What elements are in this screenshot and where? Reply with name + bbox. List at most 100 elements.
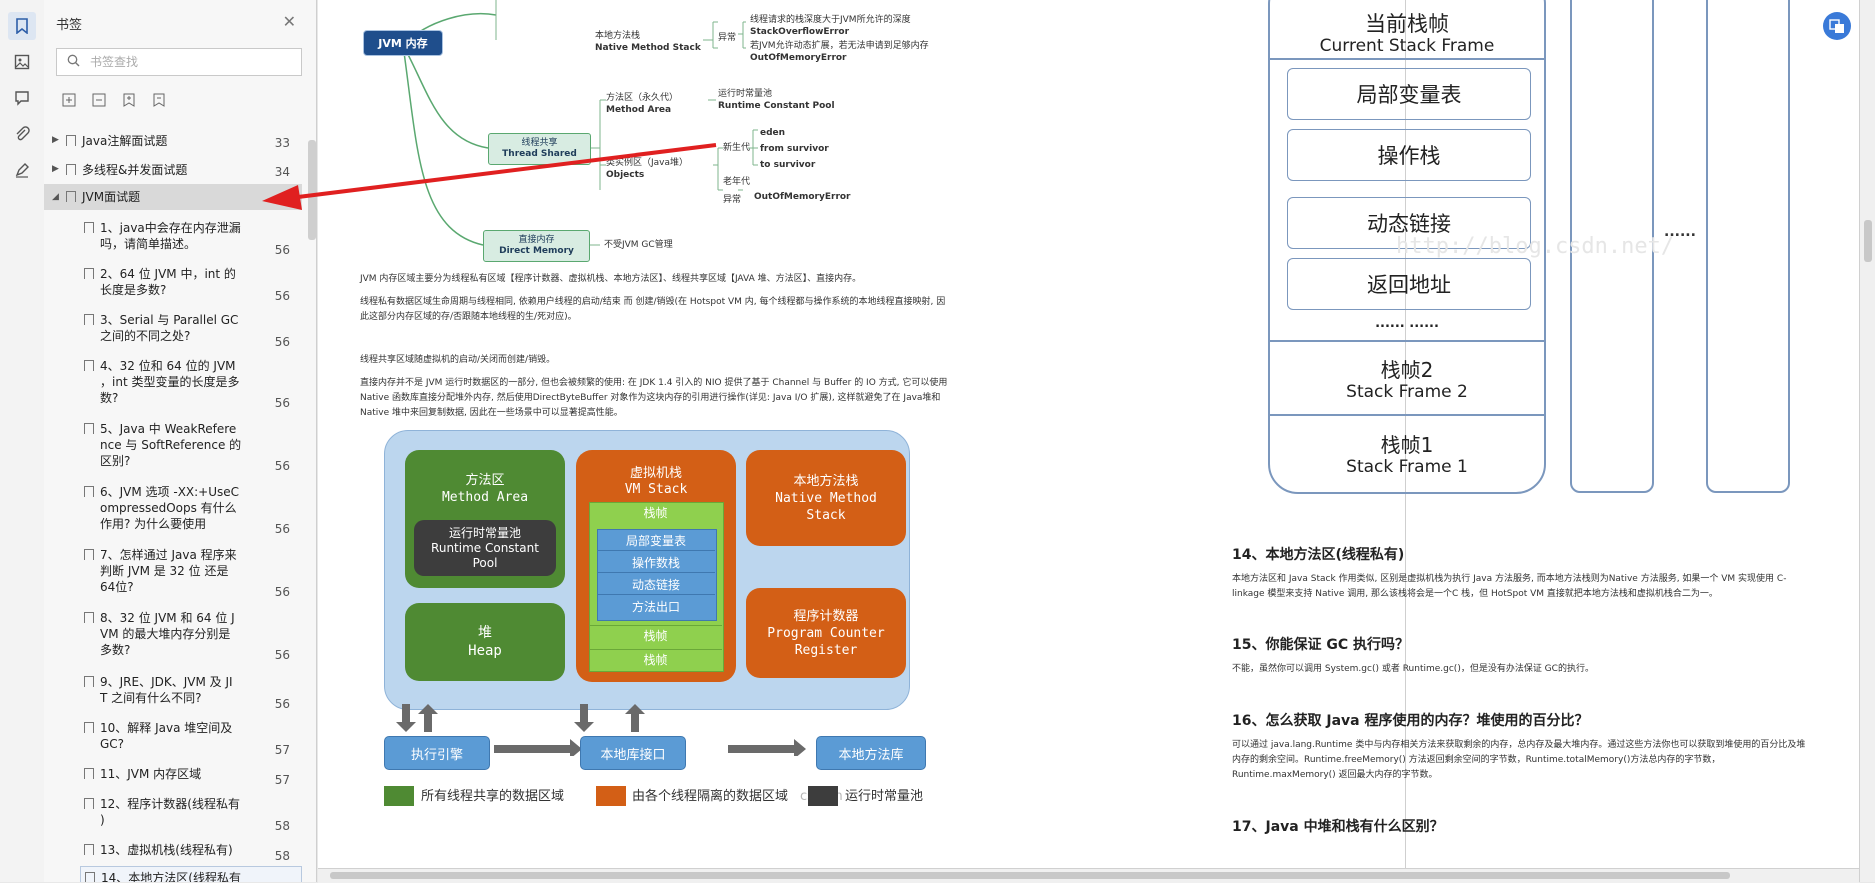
heading: 15、你能保证 GC 执行吗？	[1232, 637, 1409, 653]
legend-swatch-pool	[808, 786, 838, 806]
paragraph: 线程私有数据区域生命周期与线程相同, 依赖用户线程的启动/结束 而 创建/销毁(…	[360, 297, 946, 322]
ellipsis: ...... ......	[1375, 316, 1439, 331]
stack-frame-item: 局部变量表	[1287, 68, 1531, 120]
legend-label: 运行时常量池	[845, 789, 924, 804]
panel-title: 书签	[56, 18, 83, 33]
mindmap-label: 新生代	[723, 143, 751, 153]
legend-swatch-isolated	[596, 786, 626, 806]
frame-item: 动态链接	[597, 574, 715, 595]
heading: 17、Java 中堆和栈有什么区别？	[1232, 819, 1444, 835]
exec-engine-box: 执行引擎	[384, 736, 490, 770]
paragraph: 本地方法区和 Java Stack 作用类似, 区别是虚拟机栈为执行 Java …	[1232, 574, 1787, 599]
bookmark-item[interactable]: 6、JVM 选项 -XX:+UseC ompressedOops 有什么 作用?…	[44, 482, 302, 538]
expand-caret-icon[interactable]: ▶	[52, 164, 59, 174]
add-bookmark-icon[interactable]	[120, 92, 138, 108]
mindmap-method-area: 方法区（永久代） Method Area	[606, 93, 679, 115]
bookmark-icon	[84, 676, 94, 687]
bookmark-icon	[84, 768, 94, 779]
bookmark-item-current[interactable]: 14、本地方法区(线程私有	[80, 866, 302, 882]
runtime-pool-box: 运行时常量池 Runtime Constant Pool	[414, 520, 556, 576]
bookmark-search[interactable]	[56, 48, 302, 76]
mindmap-native-err2: 若JVM允许动态扩展，若无法申请到足够内存 OutOfMemoryError	[750, 41, 929, 63]
bookmark-item-selected[interactable]: ◢ JVM面试题 56	[44, 184, 302, 210]
translate-icon[interactable]	[1823, 12, 1851, 40]
bookmark-item[interactable]: 8、32 位 JVM 和 64 位 J VM 的最大堆内存分别是 多数? 56	[44, 608, 302, 664]
mindmap-root: JVM 内存	[363, 30, 443, 56]
expand-all-icon[interactable]	[60, 92, 78, 108]
mindmap-label: 不受JVM GC管理	[604, 240, 673, 250]
mindmap-young-items: eden from survivor to survivor	[760, 128, 829, 170]
mindmap-heap: 类实例区（Java堆） Objects	[606, 158, 689, 180]
frame-label: 栈帧	[643, 505, 668, 520]
frame-label: 栈帧	[589, 649, 722, 669]
signature-icon[interactable]	[8, 156, 36, 184]
bookmark-item[interactable]: 2、64 位 JVM 中，int 的 长度是多数? 56	[44, 264, 302, 304]
collapse-all-icon[interactable]	[90, 92, 108, 108]
bookmark-icon	[84, 360, 94, 371]
frame1-title: 栈帧1	[1380, 433, 1434, 457]
bookmark-icon	[66, 191, 76, 202]
bookmark-icon	[84, 549, 94, 560]
bookmark-panel-icon[interactable]	[8, 12, 36, 40]
tool-rail	[0, 0, 45, 882]
native-interface-box: 本地库接口	[580, 736, 686, 770]
bookmark-icon	[66, 135, 76, 146]
heap-box: 堆 Heap	[405, 603, 565, 681]
stack-column	[1706, 0, 1790, 493]
horizontal-scrollbar[interactable]	[318, 868, 1859, 883]
mindmap-direct: 直接内存 Direct Memory	[483, 230, 590, 262]
bookmark-icon	[85, 872, 95, 882]
bookmark-item[interactable]: 7、怎样通过 Java 程序来 判断 JVM 是 32 位 还是 64位? 56	[44, 545, 302, 601]
stack-frame-item: 返回地址	[1287, 258, 1531, 310]
bookmark-item[interactable]: 4、32 位和 64 位的 JVM ，int 类型变量的长度是多 数? 56	[44, 356, 302, 412]
bookmark-search-input[interactable]	[88, 54, 292, 70]
mindmap-runtime-pool: 运行时常量池 Runtime Constant Pool	[718, 89, 835, 111]
horizontal-scroll-thumb[interactable]	[330, 872, 1730, 879]
vertical-scrollbar[interactable]	[1859, 0, 1875, 882]
current-frame-subtitle: Current Stack Frame	[1319, 36, 1495, 56]
bookmark-item[interactable]: 12、程序计数器(线程私有 ) 58	[44, 794, 302, 834]
paragraph: JVM 内存区域主要分为线程私有区域【程序计数器、虚拟机栈、本地方法区】、线程共…	[360, 274, 862, 284]
frame-item: 局部变量表	[597, 531, 715, 551]
mindmap-native-stack: 本地方法栈 Native Method Stack	[595, 31, 701, 53]
frame2-subtitle: Stack Frame 2	[1346, 382, 1468, 402]
bookmark-icon	[66, 164, 76, 175]
heading: 14、本地方法区(线程私有)	[1232, 547, 1405, 563]
vertical-scroll-thumb[interactable]	[1864, 220, 1872, 262]
comment-icon[interactable]	[8, 84, 36, 112]
bookmark-item[interactable]: ▶ Java注解面试题 33	[44, 132, 302, 150]
legend-label: 由各个线程隔离的数据区域	[632, 789, 789, 804]
thumbnail-icon[interactable]	[8, 48, 36, 76]
bookmark-icon	[84, 722, 94, 733]
expand-caret-icon[interactable]: ▶	[52, 135, 59, 145]
native-stack-box: 本地方法栈 Native Method Stack	[746, 450, 906, 546]
bookmark-item[interactable]: 9、JRE、JDK、JVM 及 JI T 之间有什么不同? 56	[44, 672, 302, 712]
panel-scrollbar[interactable]	[308, 140, 316, 240]
bookmark-icon	[84, 222, 94, 233]
divider	[1270, 58, 1544, 60]
bookmark-item[interactable]: ▶ 多线程&并发面试题 34	[44, 161, 302, 179]
bookmark-item[interactable]: 11、JVM 内存区域 57	[44, 764, 302, 788]
heading: 16、怎么获取 Java 程序使用的内存？堆使用的百分比？	[1232, 713, 1589, 729]
legend-swatch-shared	[384, 786, 414, 806]
bookmark-item[interactable]: 3、Serial 与 Parallel GC 之间的不同之处? 56	[44, 310, 302, 350]
attachment-icon[interactable]	[8, 120, 36, 148]
divider	[1270, 340, 1544, 342]
bookmark-item[interactable]: 5、Java 中 WeakRefere nce 与 SoftReference …	[44, 419, 302, 475]
paragraph: 线程共享区域随虚拟机的启动/关闭而创建/销毁。	[360, 355, 556, 365]
bookmark-item[interactable]: 10、解释 Java 堆空间及 GC? 57	[44, 718, 302, 758]
legend-label: 所有线程共享的数据区域	[421, 789, 565, 804]
mindmap-label: 异常	[723, 195, 742, 205]
mindmap-shared: 线程共享 Thread Shared	[488, 133, 591, 165]
bookmark-item[interactable]: 13、虚拟机栈(线程私有) 58	[44, 840, 302, 864]
close-icon[interactable]: ✕	[283, 12, 296, 31]
bookmark-item[interactable]: 1、java中会存在内存泄漏 吗，请简单描述。 56	[44, 218, 302, 258]
collapse-caret-icon[interactable]: ◢	[52, 192, 59, 202]
current-frame-title: 当前栈帧	[1365, 12, 1449, 36]
frame-label: 栈帧	[589, 625, 722, 645]
mindmap-label: 老年代	[723, 177, 751, 187]
paragraph: 不能，虽然你可以调用 System.gc() 或者 Runtime.gc()，但…	[1232, 664, 1594, 674]
pc-register-box: 程序计数器 Program Counter Register	[746, 588, 906, 678]
delete-bookmark-icon[interactable]	[150, 92, 168, 108]
bookmark-icon	[84, 423, 94, 434]
